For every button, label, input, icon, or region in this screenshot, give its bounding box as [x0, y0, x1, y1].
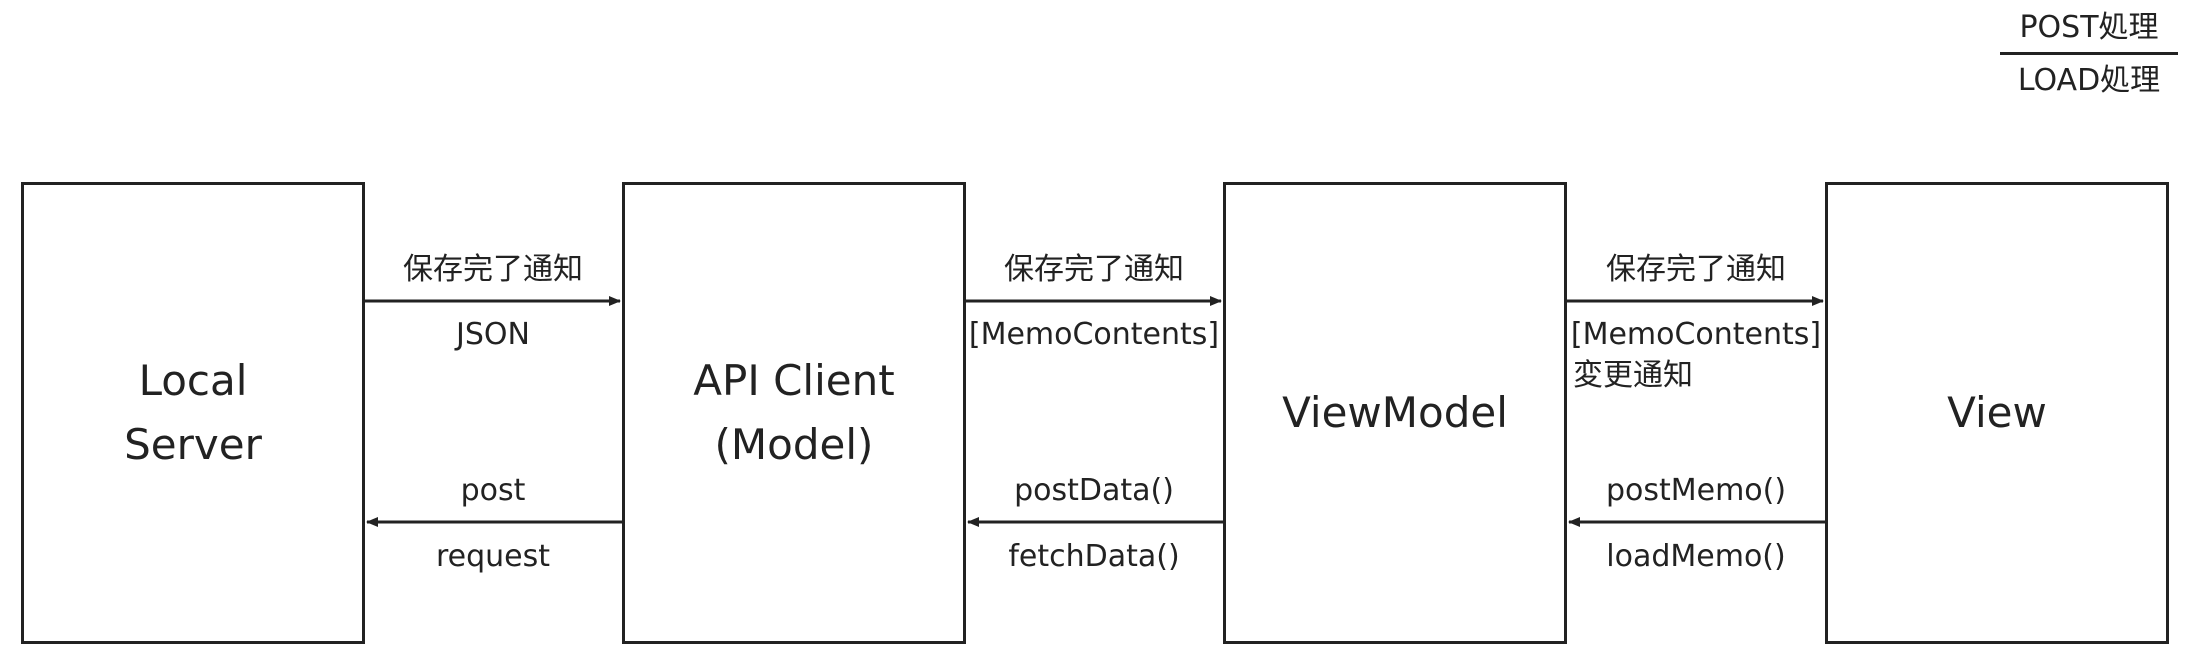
edge-server-to-api-bottom: JSON [456, 317, 530, 352]
edge-api-to-server-bottom: request [435, 539, 551, 574]
edge-vm-to-view-bottom: [MemoContents] [1570, 317, 1822, 352]
edge-vm-to-view-bottom2: 変更通知 [1573, 358, 1693, 393]
edge-view-to-vm-bottom: loadMemo() [1606, 539, 1786, 574]
edge-server-to-api-top: 保存完了通知 [403, 252, 583, 287]
edge-api-to-vm-top: 保存完了通知 [1004, 252, 1184, 287]
edge-vm-to-api-top: postData() [1014, 473, 1174, 508]
edge-view-to-vm-top: postMemo() [1605, 473, 1787, 508]
edge-vm-to-api-bottom: fetchData() [1008, 539, 1180, 574]
edge-api-to-server-top: post [460, 473, 526, 508]
edge-vm-to-view-top: 保存完了通知 [1606, 252, 1786, 287]
edge-api-to-vm-bottom: [MemoContents] [968, 317, 1220, 352]
